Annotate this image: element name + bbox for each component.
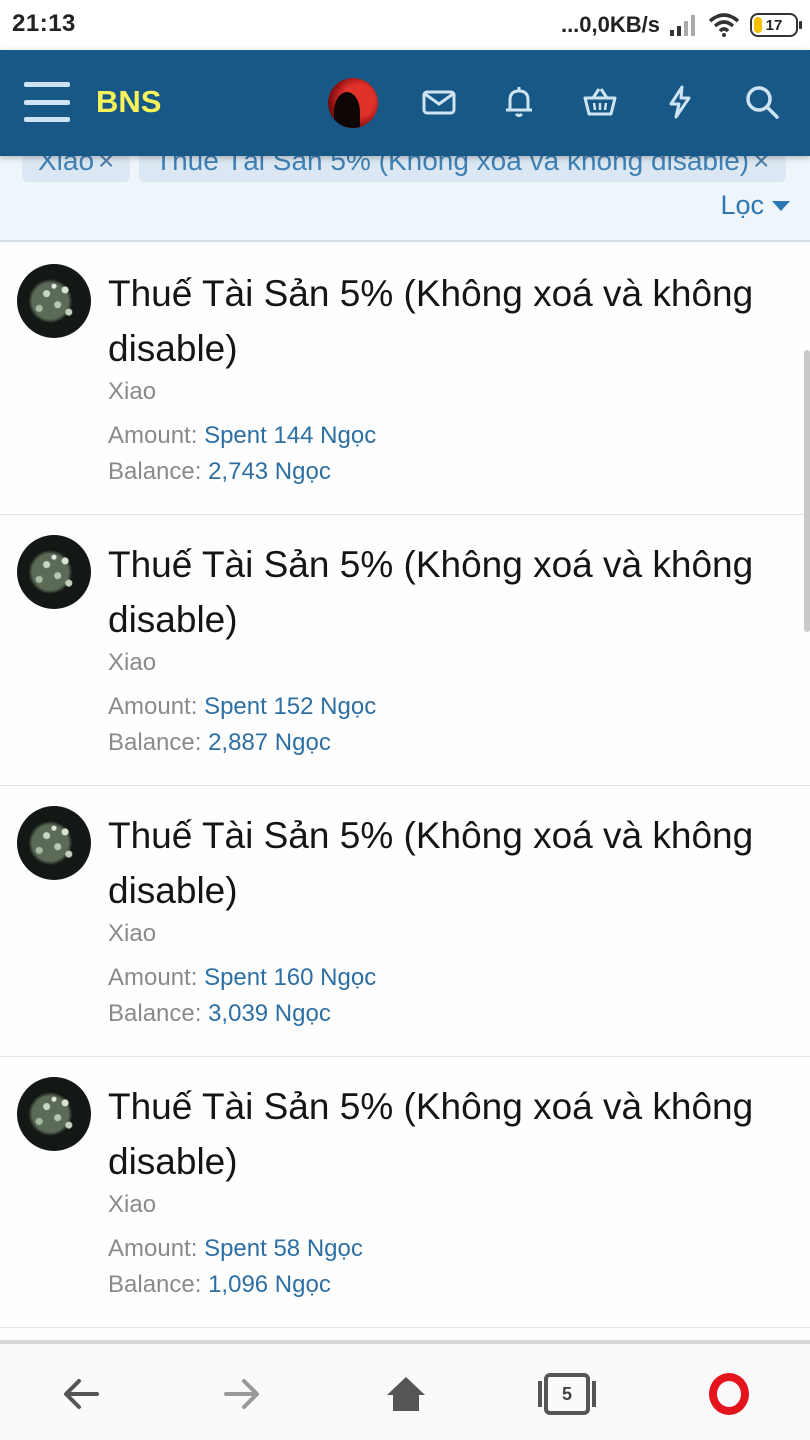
balance-value: 2,887 Ngọc [208,729,331,756]
opera-icon[interactable] [705,1370,753,1418]
balance-row: Balance: 2,743 Ngọc [108,458,331,486]
list-item[interactable]: Thuế Tài Sản 5% (Không xoá và không disa… [0,244,810,515]
scrollbar[interactable] [804,350,810,632]
home-icon[interactable] [382,1370,430,1418]
forward-arrow-icon[interactable] [218,1370,266,1418]
amount-value: Spent 144 Ngọc [204,422,377,449]
balance-value: 1,096 Ngọc [208,1271,331,1298]
balance-label: Balance: [108,458,202,485]
entry-author[interactable]: Xiao [108,920,156,948]
basket-icon[interactable] [580,80,620,124]
signal-icon [670,15,695,36]
tab-count: 5 [561,1383,572,1404]
wifi-icon [708,13,740,37]
caret-down-icon [772,200,790,211]
avatar[interactable] [17,535,91,609]
transaction-list: Thuế Tài Sản 5% (Không xoá và không disa… [0,244,810,1328]
amount-row: Amount: Spent 160 Ngọc [108,964,376,992]
battery-level: 17 [765,16,783,34]
avatar[interactable] [17,806,91,880]
amount-row: Amount: Spent 144 Ngọc [108,422,376,450]
balance-row: Balance: 3,039 Ngọc [108,1000,331,1028]
amount-row: Amount: Spent 152 Ngọc [108,693,376,721]
entry-title[interactable]: Thuế Tài Sản 5% (Không xoá và không disa… [108,1079,788,1189]
amount-label: Amount: [108,964,198,991]
status-time: 21:13 [12,10,76,37]
amount-label: Amount: [108,693,198,720]
user-avatar[interactable] [328,78,378,128]
balance-value: 2,743 Ngọc [208,458,331,485]
inbox-icon[interactable] [419,80,459,124]
list-item[interactable]: Thuế Tài Sản 5% (Không xoá và không disa… [0,786,810,1057]
status-bar: 21:13 ...0,0KB/s 17 [0,0,810,50]
back-arrow-icon[interactable] [57,1370,105,1418]
balance-label: Balance: [108,1000,202,1027]
entry-title[interactable]: Thuế Tài Sản 5% (Không xoá và không disa… [108,266,788,376]
entry-author[interactable]: Xiao [108,649,156,677]
entry-author[interactable]: Xiao [108,378,156,406]
amount-row: Amount: Spent 58 Ngọc [108,1235,363,1263]
top-navigation-bar: BNS [0,50,810,156]
lightning-icon[interactable] [660,80,700,124]
bell-icon[interactable] [499,80,539,124]
balance-value: 3,039 Ngọc [208,1000,331,1027]
balance-label: Balance: [108,1271,202,1298]
list-item[interactable]: Thuế Tài Sản 5% (Không xoá và không disa… [0,515,810,786]
list-item[interactable]: Thuế Tài Sản 5% (Không xoá và không disa… [0,1057,810,1328]
tabs-icon[interactable]: 5 [538,1370,596,1418]
network-speed: ...0,0KB/s [560,12,660,37]
amount-value: Spent 58 Ngọc [204,1235,363,1262]
amount-value: Spent 160 Ngọc [204,964,377,991]
avatar[interactable] [17,1077,91,1151]
entry-title[interactable]: Thuế Tài Sản 5% (Không xoá và không disa… [108,808,788,918]
filter-dropdown[interactable]: Lọc [720,190,790,221]
menu-icon[interactable] [24,82,70,122]
balance-label: Balance: [108,729,202,756]
battery-icon: 17 [750,13,802,37]
balance-row: Balance: 2,887 Ngọc [108,729,331,757]
balance-row: Balance: 1,096 Ngọc [108,1271,331,1299]
entry-author[interactable]: Xiao [108,1191,156,1219]
search-icon[interactable] [742,80,782,124]
amount-label: Amount: [108,422,198,449]
entry-title[interactable]: Thuế Tài Sản 5% (Không xoá và không disa… [108,537,788,647]
filter-label: Lọc [720,190,764,220]
avatar[interactable] [17,264,91,338]
amount-label: Amount: [108,1235,198,1262]
browser-bottom-bar: 5 [0,1340,810,1440]
amount-value: Spent 152 Ngọc [204,693,377,720]
site-logo[interactable]: BNS [96,84,161,120]
